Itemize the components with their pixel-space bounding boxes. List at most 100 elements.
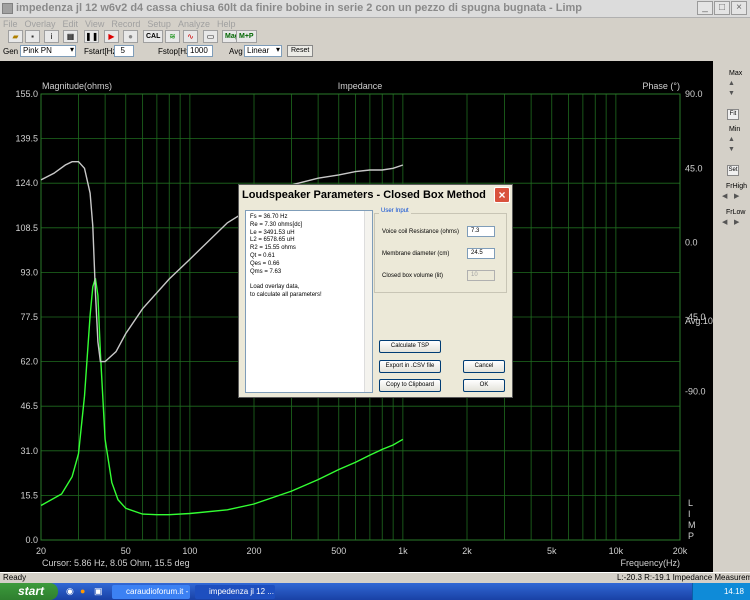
- ok-button[interactable]: OK: [463, 379, 505, 392]
- box-volume-label: Closed box volume (lit): [382, 273, 444, 279]
- limp-letter: M: [688, 520, 696, 530]
- avg-indicator: Avg:10: [685, 316, 713, 326]
- down-arrow-icon[interactable]: ▼: [728, 90, 735, 97]
- menu-edit[interactable]: Edit: [63, 18, 79, 30]
- y-axis-label: Magnitude(ohms): [42, 81, 112, 91]
- user-input-label: User Input: [379, 208, 411, 214]
- close-icon[interactable]: ×: [731, 1, 747, 15]
- window-icon[interactable]: ▭: [203, 30, 218, 43]
- start-button[interactable]: start: [0, 583, 58, 600]
- copy-clipboard-button[interactable]: Copy to Clipboard: [379, 379, 441, 392]
- y-tick-label: 77.5: [20, 312, 38, 322]
- result-line: Qms = 7.63: [250, 268, 282, 275]
- result-line: [250, 276, 368, 284]
- x-tick-label: 10k: [609, 546, 624, 556]
- cal-button[interactable]: CAL: [143, 30, 164, 43]
- left-arrow-icon[interactable]: ◀: [722, 218, 727, 226]
- result-line: Load overlay data,: [250, 284, 300, 291]
- loudspeaker-parameters-dialog: Loudspeaker Parameters - Closed Box Meth…: [238, 184, 513, 398]
- export-csv-button[interactable]: Export in .CSV file: [379, 360, 441, 373]
- menu-record[interactable]: Record: [111, 18, 140, 30]
- voice-coil-input[interactable]: 7.3: [467, 226, 495, 237]
- left-arrow-icon[interactable]: ◀: [722, 192, 727, 200]
- system-tray: 14.18: [692, 583, 750, 600]
- clock: 14.18: [723, 587, 744, 596]
- chart-title: Impedance: [338, 81, 383, 91]
- firefox-icon[interactable]: ●: [80, 586, 85, 596]
- up-arrow-icon[interactable]: ▲: [728, 80, 735, 87]
- cursor-readout: Cursor: 5.86 Hz, 8.05 Ohm, 15.5 deg: [42, 558, 190, 568]
- x-tick-label: 100: [182, 546, 197, 556]
- generator-select[interactable]: Pink PN: [20, 45, 76, 57]
- quicklaunch-icon[interactable]: ◉: [66, 586, 74, 597]
- status-bar: Ready L:-20.3 R:-19.1 Impedance Measurem…: [0, 572, 750, 583]
- generator-bar: Gen Pink PN Fstart[Hz] 5 Fstop[Hz] 1000 …: [0, 45, 712, 59]
- task-caraudioforum[interactable]: caraudioforum.it - ...: [112, 585, 190, 599]
- down-arrow-icon[interactable]: ▼: [728, 146, 735, 153]
- y-tick-label: 15.5: [20, 490, 38, 500]
- pause-icon[interactable]: ❚❚: [84, 30, 99, 43]
- y-tick-label: 155.0: [15, 89, 38, 99]
- result-line: to calculate all parameters!: [250, 291, 322, 298]
- play-icon[interactable]: ▶: [104, 30, 119, 43]
- y-tick-label: 0.0: [25, 535, 38, 545]
- waveform-icon[interactable]: ≋: [165, 30, 180, 43]
- avg-select[interactable]: Linear: [244, 45, 282, 57]
- min-label: Min: [729, 126, 741, 133]
- reset-button[interactable]: Reset: [287, 45, 314, 57]
- x-tick-label: 500: [331, 546, 346, 556]
- result-line: Le = 3491.53 uH: [250, 229, 295, 236]
- y-tick-label: 31.0: [20, 446, 38, 456]
- y2-tick-label: -90.0: [685, 386, 706, 396]
- desktop-icon[interactable]: ▣: [94, 586, 103, 597]
- membrane-diameter-input[interactable]: 24.5: [467, 248, 495, 259]
- menu-overlay[interactable]: Overlay: [25, 18, 56, 30]
- x-tick-label: 2k: [462, 546, 472, 556]
- voice-coil-label: Voice coil Resistance (ohms): [382, 229, 460, 235]
- y-tick-label: 62.0: [20, 357, 38, 367]
- maximize-icon[interactable]: □: [714, 1, 730, 15]
- menu-file[interactable]: File: [3, 18, 18, 30]
- calculate-tsp-button[interactable]: Calculate TSP: [379, 340, 441, 353]
- y-tick-label: 46.5: [20, 401, 38, 411]
- right-arrow-icon[interactable]: ▶: [734, 192, 739, 200]
- menu-view[interactable]: View: [85, 18, 104, 30]
- info-icon[interactable]: i: [44, 30, 59, 43]
- curve-icon[interactable]: ∿: [183, 30, 198, 43]
- fit-button[interactable]: Fit: [727, 109, 739, 120]
- save-icon[interactable]: ▪: [25, 30, 40, 43]
- toolbar: ▰ ▪ i ▦ ❚❚ ▶ ● CAL ≋ ∿ ▭ Mag M+P: [0, 30, 750, 44]
- limp-letter: P: [688, 531, 694, 541]
- y2-axis-label: Phase (°): [642, 81, 680, 91]
- dialog-close-icon[interactable]: ×: [494, 187, 510, 203]
- menu-setup[interactable]: Setup: [147, 18, 171, 30]
- box-volume-input: 10: [467, 270, 495, 281]
- task-impedenza[interactable]: impedenza jl 12 ...: [195, 585, 275, 599]
- cancel-button[interactable]: Cancel: [463, 360, 505, 373]
- right-arrow-icon[interactable]: ▶: [734, 218, 739, 226]
- results-textbox[interactable]: Fs = 36.70 Hz Re = 7.30 ohms[dc] Le = 34…: [245, 210, 373, 393]
- mag-phase-button[interactable]: M+P: [236, 30, 257, 43]
- max-label: Max: [729, 70, 743, 77]
- minimize-icon[interactable]: _: [697, 1, 713, 15]
- result-line: R2 = 15.55 ohms: [250, 245, 296, 252]
- open-folder-icon[interactable]: ▰: [8, 30, 23, 43]
- taskbar: start ◉ ● ▣ caraudioforum.it - ... imped…: [0, 583, 750, 600]
- results-scrollbar[interactable]: [364, 211, 372, 392]
- record-icon[interactable]: ●: [123, 30, 138, 43]
- chart-icon[interactable]: ▦: [63, 30, 78, 43]
- menu-help[interactable]: Help: [217, 18, 236, 30]
- fstart-input[interactable]: 5: [114, 45, 134, 57]
- limp-letter: I: [688, 509, 691, 519]
- set-button[interactable]: Set: [727, 165, 739, 176]
- y2-tick-label: 45.0: [685, 163, 703, 173]
- frlow-label: FrLow: [726, 209, 746, 216]
- y2-tick-label: 0.0: [685, 238, 698, 248]
- menu-bar: File Overlay Edit View Record Setup Analyze Hel…: [0, 18, 750, 30]
- up-arrow-icon[interactable]: ▲: [728, 136, 735, 143]
- fstop-input[interactable]: 1000: [187, 45, 213, 57]
- y-tick-label: 93.0: [20, 267, 38, 277]
- menu-analyze[interactable]: Analyze: [178, 18, 210, 30]
- user-input-group: User Input Voice coil Resistance (ohms) …: [374, 208, 507, 293]
- x-axis-label: Frequency(Hz): [620, 558, 680, 568]
